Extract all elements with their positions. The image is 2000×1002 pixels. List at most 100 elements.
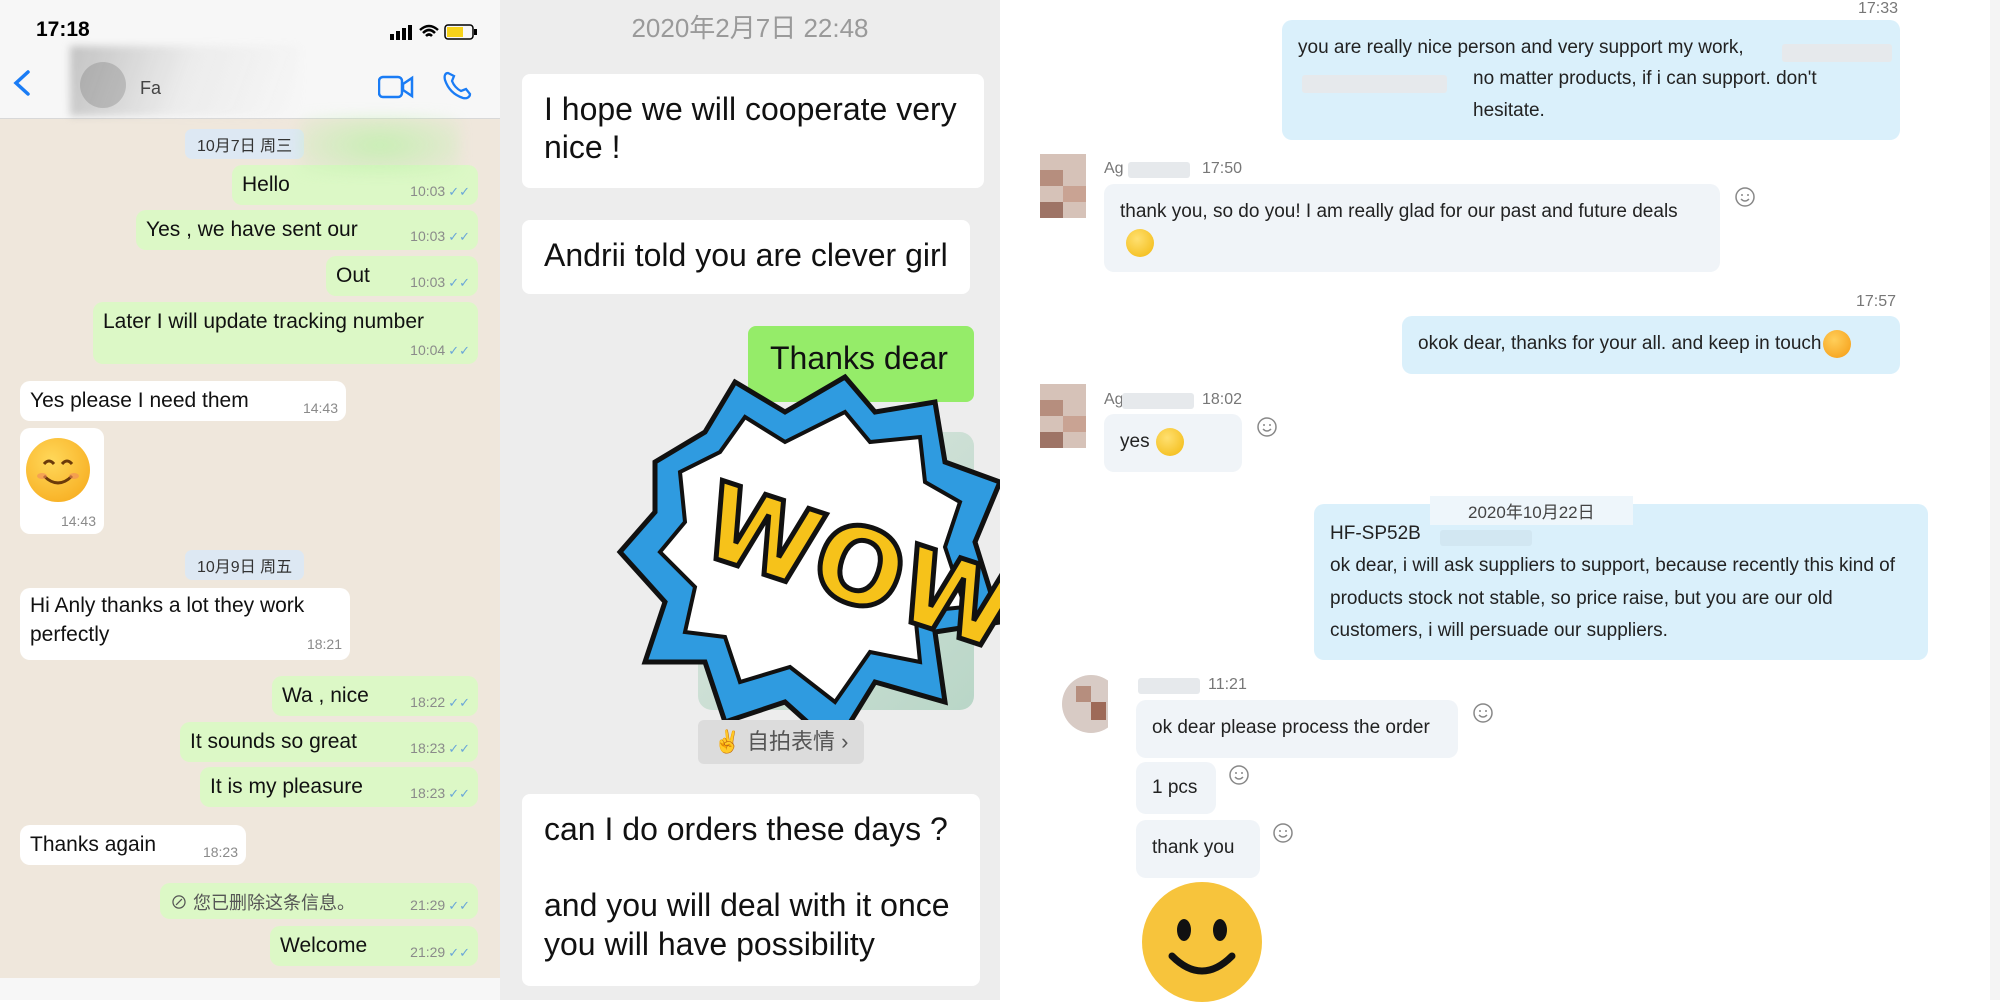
message-time: 18:22 ✓✓ <box>410 694 470 710</box>
redacted-name <box>1128 162 1190 178</box>
large-smile-emoji[interactable] <box>1142 882 1262 1002</box>
add-reaction-icon[interactable] <box>1734 186 1756 208</box>
message-bubble-sent[interactable]: okok dear, thanks for your all. and keep… <box>1402 316 1900 374</box>
redacted-text <box>1302 75 1447 93</box>
message-text: Yes please I need them <box>30 389 249 412</box>
message-text: you are really nice person and very supp… <box>1298 37 1744 58</box>
selfie-sticker-button[interactable]: ✌ 自拍表情 › <box>698 720 864 764</box>
smile-emoji-icon <box>1126 229 1154 258</box>
avatar[interactable] <box>1062 674 1108 738</box>
message-timestamp: 17:33 <box>1858 0 1899 17</box>
contact-name[interactable]: Fa <box>140 78 161 99</box>
message-time: 18:21 <box>306 636 342 653</box>
deleted-message-bubble[interactable]: ⊘ 您已删除这条信息。 21:29 ✓✓ <box>160 883 478 919</box>
avatar[interactable] <box>1040 384 1086 448</box>
redacted-text <box>1782 44 1892 62</box>
read-ticks-icon: ✓✓ <box>448 945 470 960</box>
back-icon[interactable] <box>10 68 34 98</box>
message-bubble[interactable]: It sounds so great 18:23 ✓✓ <box>180 722 478 762</box>
redacted-name <box>1122 393 1194 409</box>
smiling-face-icon <box>26 438 90 502</box>
read-ticks-icon: ✓✓ <box>448 275 470 290</box>
add-reaction-icon[interactable] <box>1228 764 1250 786</box>
message-text: Hi Anly thanks a lot they work perfectly <box>30 594 305 647</box>
date-divider: 2020年10月22日 <box>1430 496 1633 525</box>
signal-wifi-battery-icon <box>390 24 477 40</box>
message-bubble[interactable]: Yes , we have sent our 10:03 ✓✓ <box>136 210 478 250</box>
message-text: Later I will update tracking number <box>103 310 424 333</box>
message-text: okok dear, thanks for your all. and keep… <box>1418 333 1822 354</box>
message-bubble-received[interactable]: 1 pcs <box>1136 762 1216 814</box>
chat-timestamp: 2020年2月7日 22:48 <box>631 13 869 43</box>
read-ticks-icon: ✓✓ <box>448 898 470 913</box>
message-timestamp: 11:21 <box>1208 676 1247 693</box>
status-time: 17:18 <box>36 18 90 41</box>
message-text: yes <box>1120 431 1150 452</box>
message-bubble[interactable]: Hi Anly thanks a lot they work perfectly… <box>20 588 350 660</box>
message-time: 18:23 ✓✓ <box>410 785 470 801</box>
message-text: Welcome <box>280 934 368 957</box>
message-time: 10:04 ✓✓ <box>410 342 470 358</box>
message-bubble[interactable]: Andrii told you are clever girl <box>522 220 970 294</box>
phone-call-icon[interactable] <box>442 70 472 100</box>
status-bar: 17:18 <box>0 0 500 46</box>
message-timestamp: 18:02 <box>1202 391 1243 408</box>
message-bubble[interactable]: Later I will update tracking number 10:0… <box>93 302 478 364</box>
message-text: Wa , nice <box>282 684 369 707</box>
message-bubble[interactable]: Thanks again 18:23 <box>20 825 246 865</box>
message-text: can I do orders these days ? <box>544 811 948 847</box>
message-bubble[interactable]: It is my pleasure 18:23 ✓✓ <box>200 767 478 807</box>
sender-name: Ag <box>1104 160 1124 177</box>
redacted-text <box>1440 530 1532 546</box>
message-bubble-received[interactable]: thank you, so do you! I am really glad f… <box>1104 184 1720 272</box>
message-bubble[interactable]: Welcome 21:29 ✓✓ <box>270 926 478 966</box>
message-bubble[interactable]: Yes please I need them 14:43 <box>20 381 346 421</box>
read-ticks-icon: ✓✓ <box>448 343 470 358</box>
message-time: 14:43 <box>302 400 338 416</box>
deleted-icon: ⊘ <box>170 893 188 913</box>
redacted-name-blur <box>70 46 300 116</box>
message-bubble-sent[interactable]: HF-SP52B ok dear, i will ask suppliers t… <box>1314 504 1928 660</box>
sender-name: Ag <box>1104 391 1124 408</box>
scrollbar[interactable] <box>1990 0 2000 1000</box>
message-time: 10:03 ✓✓ <box>410 183 470 199</box>
message-bubble-received[interactable]: thank you <box>1136 820 1260 878</box>
read-ticks-icon: ✓✓ <box>448 695 470 710</box>
video-call-icon[interactable] <box>378 74 414 100</box>
message-text: Yes , we have sent our <box>146 218 358 241</box>
message-bubble[interactable]: Wa , nice 18:22 ✓✓ <box>272 676 478 716</box>
redacted-name <box>1138 678 1200 694</box>
read-ticks-icon: ✓✓ <box>448 786 470 801</box>
tongue-emoji-icon <box>1823 329 1852 358</box>
read-ticks-icon: ✓✓ <box>448 229 470 244</box>
message-time: 10:03 ✓✓ <box>410 274 470 290</box>
avatar[interactable] <box>1040 154 1086 218</box>
wow-sticker[interactable]: WOW! <box>615 372 1000 752</box>
message-timestamp: 17:50 <box>1202 160 1243 177</box>
read-ticks-icon: ✓✓ <box>448 184 470 199</box>
message-bubble[interactable]: I hope we will cooperate very nice ! <box>522 74 984 188</box>
message-text: and you will deal with it once you will … <box>544 887 950 962</box>
message-text: Hello <box>242 173 290 196</box>
message-text: thank you, so do you! I am really glad f… <box>1120 201 1678 222</box>
message-text: ok dear, i will ask suppliers to support… <box>1330 555 1896 641</box>
message-bubble[interactable]: can I do orders these days ? and you wil… <box>522 794 980 986</box>
message-bubble[interactable]: Out 10:03 ✓✓ <box>326 256 478 296</box>
chat-header: Fa <box>0 46 500 119</box>
smile-emoji-icon <box>1155 427 1184 456</box>
message-timestamp: 17:57 <box>1856 293 1897 310</box>
add-reaction-icon[interactable] <box>1256 416 1278 438</box>
message-bubble-sent[interactable]: you are really nice person and very supp… <box>1282 20 1900 140</box>
whatsapp-panel: 17:18 Fa 10月7日 周三 Hello 10:03 ✓✓ Yes , we… <box>0 0 500 1000</box>
input-bar[interactable] <box>0 978 500 1000</box>
date-chip: 10月9日 周五 <box>185 550 305 580</box>
date-chip: 10月7日 周三 <box>185 129 305 159</box>
add-reaction-icon[interactable] <box>1272 822 1294 844</box>
message-bubble-received[interactable]: yes <box>1104 414 1242 472</box>
add-reaction-icon[interactable] <box>1472 702 1494 724</box>
message-time: 21:29 ✓✓ <box>410 944 470 960</box>
message-bubble-received[interactable]: ok dear please process the order <box>1136 700 1458 758</box>
emoji-message[interactable]: 14:43 <box>20 428 104 534</box>
message-text: Out <box>336 264 370 287</box>
message-text: Thanks again <box>30 833 157 856</box>
